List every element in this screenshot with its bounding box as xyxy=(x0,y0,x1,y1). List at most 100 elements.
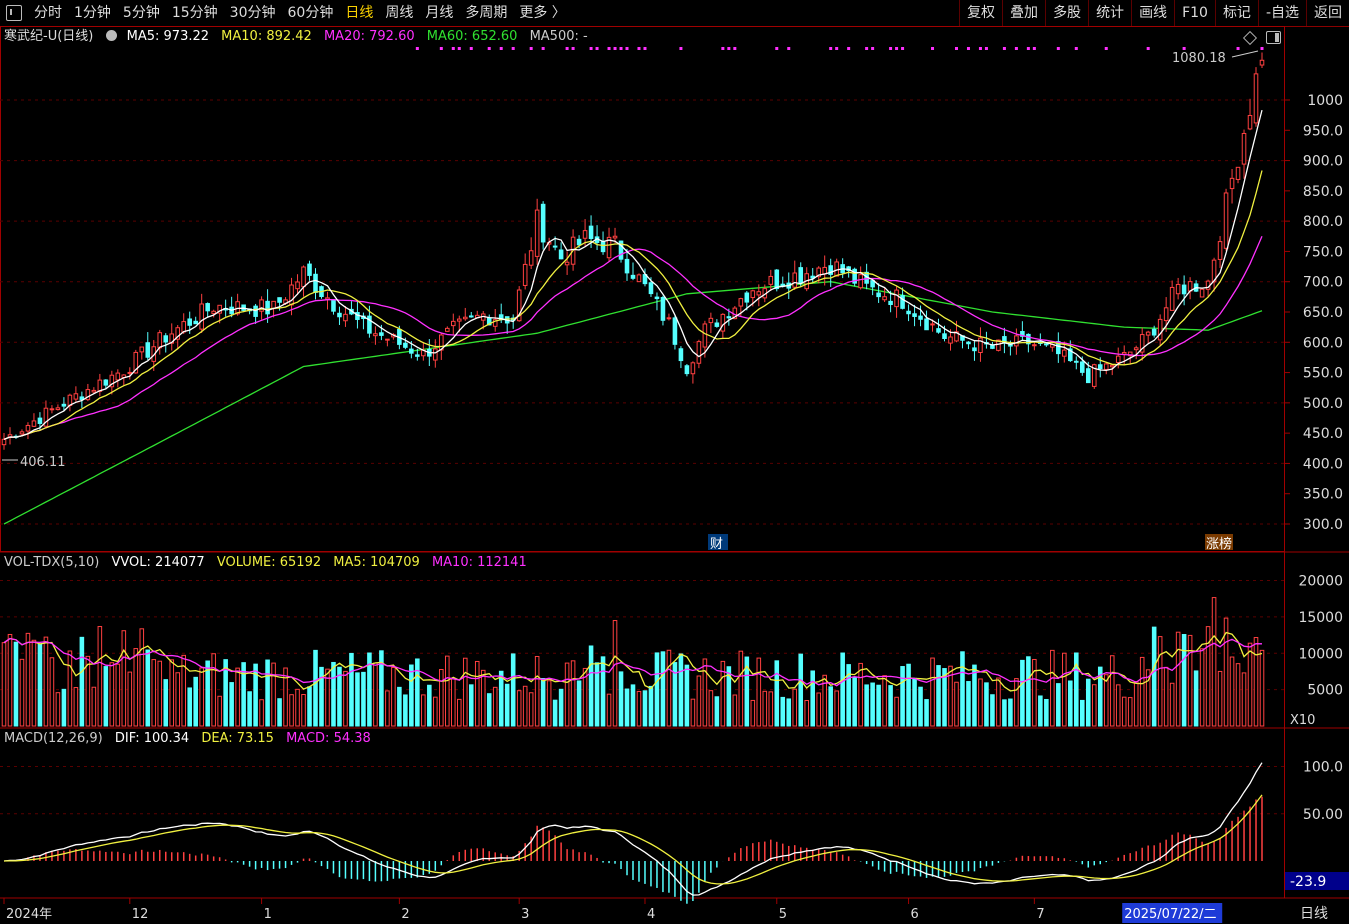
candle-body xyxy=(385,338,390,341)
period-3[interactable]: 15分钟 xyxy=(166,0,224,26)
candle-body xyxy=(726,316,732,319)
date-label: 2 xyxy=(401,907,409,922)
period-7[interactable]: 周线 xyxy=(379,0,419,26)
volume-bar xyxy=(1068,680,1073,727)
volume-bar xyxy=(894,696,899,727)
macd-indicator-bar: MACD(12,26,9) DIF: 100.34 DEA: 73.15 MAC… xyxy=(4,730,379,748)
volume-bar xyxy=(1253,637,1259,727)
candle-body xyxy=(1079,361,1085,373)
candle-body xyxy=(930,323,935,326)
period-9[interactable]: 多周期 xyxy=(459,0,513,26)
price-axis-label: 900.0 xyxy=(1303,154,1343,170)
action-6[interactable]: 标记 xyxy=(1214,0,1258,26)
signal-dot xyxy=(865,47,869,50)
period-0[interactable]: 分时 xyxy=(28,0,68,26)
action-8[interactable]: 返回 xyxy=(1306,0,1349,26)
volume-bar xyxy=(738,650,744,727)
volume-bar xyxy=(1211,597,1217,727)
candle-body xyxy=(468,315,474,318)
action-2[interactable]: 多股 xyxy=(1045,0,1088,26)
volume-bar xyxy=(912,677,917,727)
candle-body xyxy=(1032,344,1037,347)
volume-bar xyxy=(31,639,37,727)
candle-body xyxy=(313,273,318,293)
candle-body xyxy=(1199,288,1205,298)
action-0[interactable]: 复权 xyxy=(959,0,1002,26)
date-label: 3 xyxy=(521,907,529,922)
volume-bar xyxy=(840,652,845,727)
volume-bar xyxy=(1044,698,1049,727)
volume-bar xyxy=(768,691,774,727)
macd-value: MACD: 54.38 xyxy=(286,731,371,746)
volume-bar xyxy=(678,653,684,727)
action-4[interactable]: 画线 xyxy=(1131,0,1174,26)
volume-bar xyxy=(564,662,570,727)
signal-dot xyxy=(1032,47,1036,50)
candle-body xyxy=(972,347,977,352)
stock-title[interactable]: 寒武纪-U(日线) xyxy=(4,29,93,44)
period-6[interactable]: 日线 xyxy=(339,0,379,26)
price-axis-label: 1000 xyxy=(1307,93,1343,109)
volume-bar xyxy=(217,695,222,727)
action-1[interactable]: 叠加 xyxy=(1002,0,1045,26)
period-1[interactable]: 1分钟 xyxy=(68,0,117,26)
date-label: 7 xyxy=(1036,907,1044,922)
period-2[interactable]: 5分钟 xyxy=(117,0,166,26)
volume-bar xyxy=(816,692,821,727)
price-axis-label: 500.0 xyxy=(1303,396,1343,412)
volume-bar xyxy=(534,655,540,727)
vvol-value: VVOL: 214077 xyxy=(111,555,205,570)
macd-axis-label: 50.00 xyxy=(1303,807,1343,823)
period-4[interactable]: 30分钟 xyxy=(224,0,282,26)
candle-body xyxy=(409,348,414,354)
candle-body xyxy=(445,327,450,332)
volume-bar xyxy=(115,663,121,727)
volume-bar xyxy=(25,632,31,727)
volume-bar xyxy=(259,699,264,727)
action-5[interactable]: F10 xyxy=(1174,0,1215,26)
stock-chart[interactable]: 1080.18406.111000950.0900.0850.0800.0750… xyxy=(0,26,1349,924)
ma10-line xyxy=(3,170,1263,440)
volume-indicator-bar: VOL-TDX(5,10) VVOL: 214077 VOLUME: 65192… xyxy=(4,554,535,572)
volume-bar xyxy=(996,677,1001,727)
sidebar-toggle-icon[interactable] xyxy=(6,5,22,21)
volume-bar xyxy=(918,686,923,727)
candle-body xyxy=(552,245,558,248)
action-3[interactable]: 统计 xyxy=(1088,0,1131,26)
signal-dot xyxy=(871,47,875,50)
candle-body xyxy=(1,438,7,446)
candle-body xyxy=(1223,192,1229,249)
vol-title[interactable]: VOL-TDX(5,10) xyxy=(4,555,99,570)
volume-bar xyxy=(648,685,654,727)
candle-body xyxy=(1169,286,1175,311)
volume-bar xyxy=(187,687,192,727)
signal-dot xyxy=(565,47,569,50)
signal-dot xyxy=(721,47,725,50)
volume-bar xyxy=(391,667,396,727)
candle-body xyxy=(301,266,306,288)
candle-body xyxy=(684,365,690,375)
candle-body xyxy=(558,249,564,260)
period-8[interactable]: 月线 xyxy=(419,0,459,26)
action-7[interactable]: -自选 xyxy=(1257,0,1306,26)
action-toolbar: 复权 叠加 多股 统计 画线 F10 标记 -自选 返回 xyxy=(959,0,1349,26)
price-axis-label: 600.0 xyxy=(1303,335,1343,351)
signal-dot xyxy=(978,47,982,50)
volume-bar xyxy=(1139,656,1145,727)
volume-bar xyxy=(1193,670,1199,727)
candle-body xyxy=(379,332,384,336)
macd-title[interactable]: MACD(12,26,9) xyxy=(4,731,103,746)
volume-bar xyxy=(1002,699,1007,727)
volume-bar xyxy=(1038,695,1043,727)
cursor-date-label: 2025/07/22/二 xyxy=(1124,907,1216,922)
volume-bar xyxy=(1247,642,1253,727)
period-5[interactable]: 60分钟 xyxy=(282,0,340,26)
volume-bar xyxy=(498,670,504,727)
candle-body xyxy=(211,310,216,314)
candle-body xyxy=(540,203,546,243)
signal-dot xyxy=(1104,47,1108,50)
period-10[interactable]: 更多 〉 xyxy=(513,0,571,26)
settings-circle-icon[interactable] xyxy=(105,30,117,41)
panel-layout-icon[interactable] xyxy=(1266,31,1281,44)
volume-bar xyxy=(750,699,756,727)
